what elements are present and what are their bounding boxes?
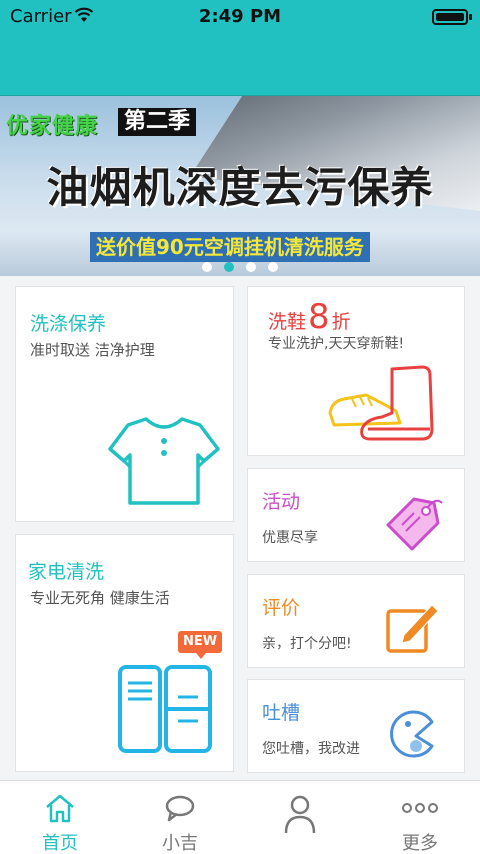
banner-brand-tag: 优家健康 xyxy=(6,114,99,139)
card-laundry-subtitle: 准时取送 洁净护理 xyxy=(30,341,155,359)
banner-page-indicator[interactable] xyxy=(0,262,480,272)
fridge-icon xyxy=(118,665,212,753)
card-rating-subtitle: 亲，打个分吧! xyxy=(262,636,352,652)
tab-home[interactable]: 首页 xyxy=(0,781,120,854)
card-shoes-subtitle: 专业洗护,天天穿新鞋! xyxy=(268,336,405,352)
home-icon xyxy=(46,794,74,823)
card-shoes-discount: 8 xyxy=(308,297,330,337)
new-badge-label: NEW xyxy=(182,634,218,649)
card-laundry-title: 洗涤保养 xyxy=(30,313,107,335)
tab-more-label: 更多 xyxy=(402,833,438,854)
tab-profile[interactable] xyxy=(240,781,360,854)
card-activity-subtitle: 优惠尽享 xyxy=(262,530,318,546)
card-complaint[interactable]: 吐槽 您吐槽，我改进 xyxy=(247,679,465,773)
status-bar: Carrier 2:49 PM xyxy=(0,0,480,34)
tab-xiaoji-label: 小吉 xyxy=(162,833,198,854)
tab-more[interactable]: 更多 xyxy=(360,781,480,854)
page-dot-active[interactable] xyxy=(224,262,234,272)
status-time: 2:49 PM xyxy=(198,6,282,27)
nav-bar xyxy=(0,34,480,96)
card-activity[interactable]: 活动 优惠尽享 xyxy=(247,468,465,562)
card-shoes-title-prefix: 洗鞋 xyxy=(268,311,307,333)
card-rating[interactable]: 评价 亲，打个分吧! xyxy=(247,574,465,668)
shoes-icon xyxy=(328,365,434,441)
card-appliance[interactable]: 家电清洗 专业无死角 健康生活 NEW xyxy=(15,534,234,772)
tab-xiaoji[interactable]: 小吉 xyxy=(120,781,240,854)
card-shoes-title: 洗鞋8 折 xyxy=(268,297,351,337)
profile-icon xyxy=(284,795,316,834)
new-badge: NEW xyxy=(178,631,222,659)
promo-banner[interactable]: 优家健康 第二季 油烟机深度去污保养 送价值90元空调挂机清洗服务 xyxy=(0,96,480,276)
price-tag-icon xyxy=(386,497,443,551)
battery-icon xyxy=(432,9,472,25)
tab-bar: 首页 小吉 更多 xyxy=(0,780,480,854)
tab-home-label: 首页 xyxy=(42,833,78,854)
card-complaint-subtitle: 您吐槽，我改进 xyxy=(262,741,360,757)
page-dot[interactable] xyxy=(246,262,256,272)
card-shoes-title-suffix: 折 xyxy=(331,311,351,333)
card-shoes[interactable]: 洗鞋8 折 专业洗护,天天穿新鞋! xyxy=(247,286,465,456)
banner-season-tag: 第二季 xyxy=(118,108,197,136)
edit-icon xyxy=(386,604,439,653)
page-dot[interactable] xyxy=(268,262,278,272)
card-rating-title: 评价 xyxy=(262,597,301,619)
page-dot[interactable] xyxy=(202,262,212,272)
chat-face-icon xyxy=(390,710,434,758)
tshirt-icon xyxy=(108,417,220,505)
card-appliance-title: 家电清洗 xyxy=(28,561,105,583)
card-appliance-subtitle: 专业无死角 健康生活 xyxy=(30,589,170,607)
card-activity-title: 活动 xyxy=(262,491,301,513)
banner-promo: 送价值90元空调挂机清洗服务 xyxy=(90,232,370,262)
card-complaint-title: 吐槽 xyxy=(262,702,301,724)
more-icon xyxy=(402,803,438,813)
card-laundry[interactable]: 洗涤保养 准时取送 洁净护理 xyxy=(15,286,234,522)
banner-headline: 油烟机深度去污保养 xyxy=(46,163,434,212)
chat-bubble-icon xyxy=(165,795,195,822)
